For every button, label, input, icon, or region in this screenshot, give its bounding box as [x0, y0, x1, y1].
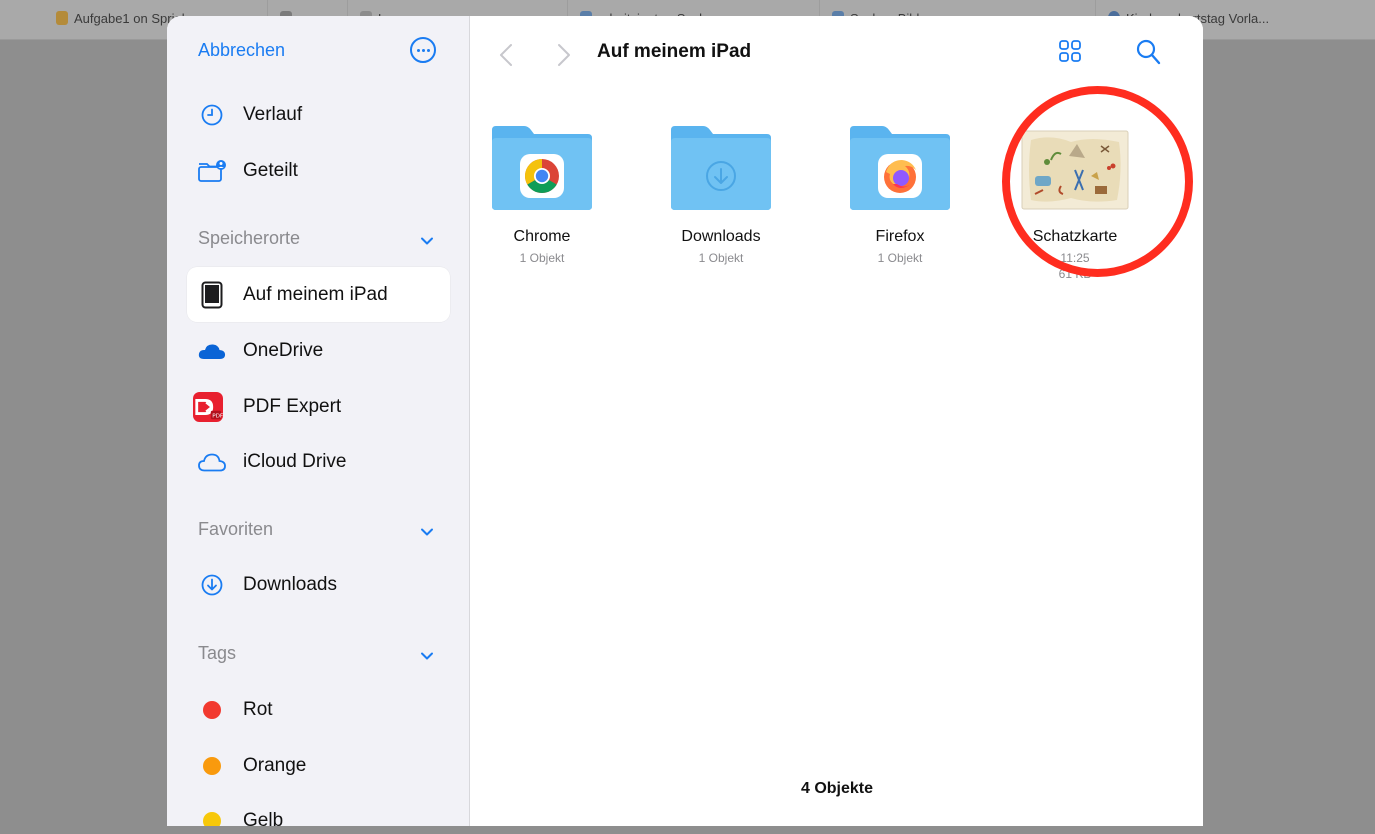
chevron-down-icon[interactable]	[420, 525, 434, 539]
folder-thumbnail	[646, 124, 796, 216]
item-meta: 1 Objekt	[698, 251, 744, 265]
folder-thumbnail	[467, 124, 617, 216]
item-name: Downloads	[681, 228, 761, 245]
shared-folder-icon	[197, 156, 227, 186]
sidebar-item-tag-orange[interactable]: Orange	[187, 741, 450, 791]
sidebar-item-downloads[interactable]: Downloads	[187, 560, 450, 610]
section-header-locations: Speicherorte	[198, 228, 301, 248]
sidebar-item-label: Verlauf	[243, 104, 303, 125]
tag-color-dot	[203, 757, 221, 775]
search-icon[interactable]	[1135, 38, 1161, 66]
sidebar-item-label: Orange	[243, 755, 307, 776]
sidebar-item-shared[interactable]: Geteilt	[187, 146, 450, 196]
section-header-favorites: Favoriten	[198, 519, 274, 539]
chevron-down-icon[interactable]	[420, 649, 434, 663]
item-meta: 1 Objekt	[877, 251, 923, 265]
ipad-icon	[197, 280, 227, 310]
cancel-button[interactable]: Abbrechen	[198, 40, 285, 61]
file-picker-sheet: Abbrechen Verlauf Geteilt Speicherorte A…	[167, 16, 1203, 826]
clock-icon	[197, 100, 227, 130]
svg-text:PDF: PDF	[212, 413, 223, 419]
onedrive-icon	[197, 336, 227, 366]
sidebar-item-tag-yellow[interactable]: Gelb	[187, 796, 450, 826]
back-icon[interactable]	[497, 42, 515, 68]
sidebar-item-onedrive[interactable]: OneDrive	[187, 326, 450, 376]
sidebar-item-label: OneDrive	[243, 340, 324, 361]
firefox-icon	[878, 154, 922, 198]
sidebar-item-label: Downloads	[243, 574, 337, 595]
highlight-circle	[1002, 86, 1193, 277]
folder-item-downloads[interactable]: Downloads 1 Objekt	[646, 124, 796, 266]
tag-color-dot	[203, 812, 221, 826]
sidebar-item-label: Auf meinem iPad	[243, 283, 388, 305]
page-title: Auf meinem iPad	[597, 41, 752, 62]
app-icon	[56, 11, 68, 25]
sidebar-item-icloud-drive[interactable]: iCloud Drive	[187, 437, 450, 487]
sidebar-item-label: Geteilt	[243, 160, 298, 181]
sidebar-item-pdf-expert[interactable]: PDF PDF Expert	[187, 382, 450, 432]
grid-view-icon[interactable]	[1058, 39, 1082, 63]
dot	[427, 49, 430, 52]
sidebar: Abbrechen Verlauf Geteilt Speicherorte A…	[167, 16, 470, 826]
item-count: 4 Objekte	[800, 780, 874, 797]
folder-thumbnail	[825, 124, 975, 216]
folder-icon	[850, 126, 950, 210]
chevron-down-icon[interactable]	[420, 234, 434, 248]
sidebar-item-label: Rot	[243, 699, 273, 720]
folder-icon	[492, 126, 592, 210]
sidebar-item-recents[interactable]: Verlauf	[187, 90, 450, 140]
folder-item-chrome[interactable]: Chrome 1 Objekt	[467, 124, 617, 266]
chrome-icon	[520, 154, 564, 198]
section-header-tags: Tags	[198, 643, 237, 663]
icloud-icon	[197, 447, 227, 477]
more-options-icon[interactable]	[410, 37, 436, 63]
forward-icon[interactable]	[555, 42, 573, 68]
sidebar-item-label: iCloud Drive	[243, 451, 347, 472]
sidebar-item-label: Gelb	[243, 810, 284, 826]
download-circle-icon	[197, 570, 227, 600]
sidebar-item-label: PDF Expert	[243, 396, 342, 417]
pdf-expert-icon: PDF	[193, 392, 223, 422]
item-meta: 1 Objekt	[519, 251, 565, 265]
sidebar-item-tag-red[interactable]: Rot	[187, 685, 450, 735]
folder-item-firefox[interactable]: Firefox 1 Objekt	[825, 124, 975, 266]
sidebar-item-on-my-ipad[interactable]: Auf meinem iPad	[187, 267, 450, 322]
tag-color-dot	[203, 701, 221, 719]
item-name: Chrome	[513, 228, 571, 245]
item-name: Firefox	[875, 228, 925, 245]
folder-icon	[671, 126, 771, 210]
dot	[417, 49, 420, 52]
dot	[422, 49, 425, 52]
file-browser: Auf meinem iPad Chrome 1 Objekt Download…	[471, 16, 1203, 826]
